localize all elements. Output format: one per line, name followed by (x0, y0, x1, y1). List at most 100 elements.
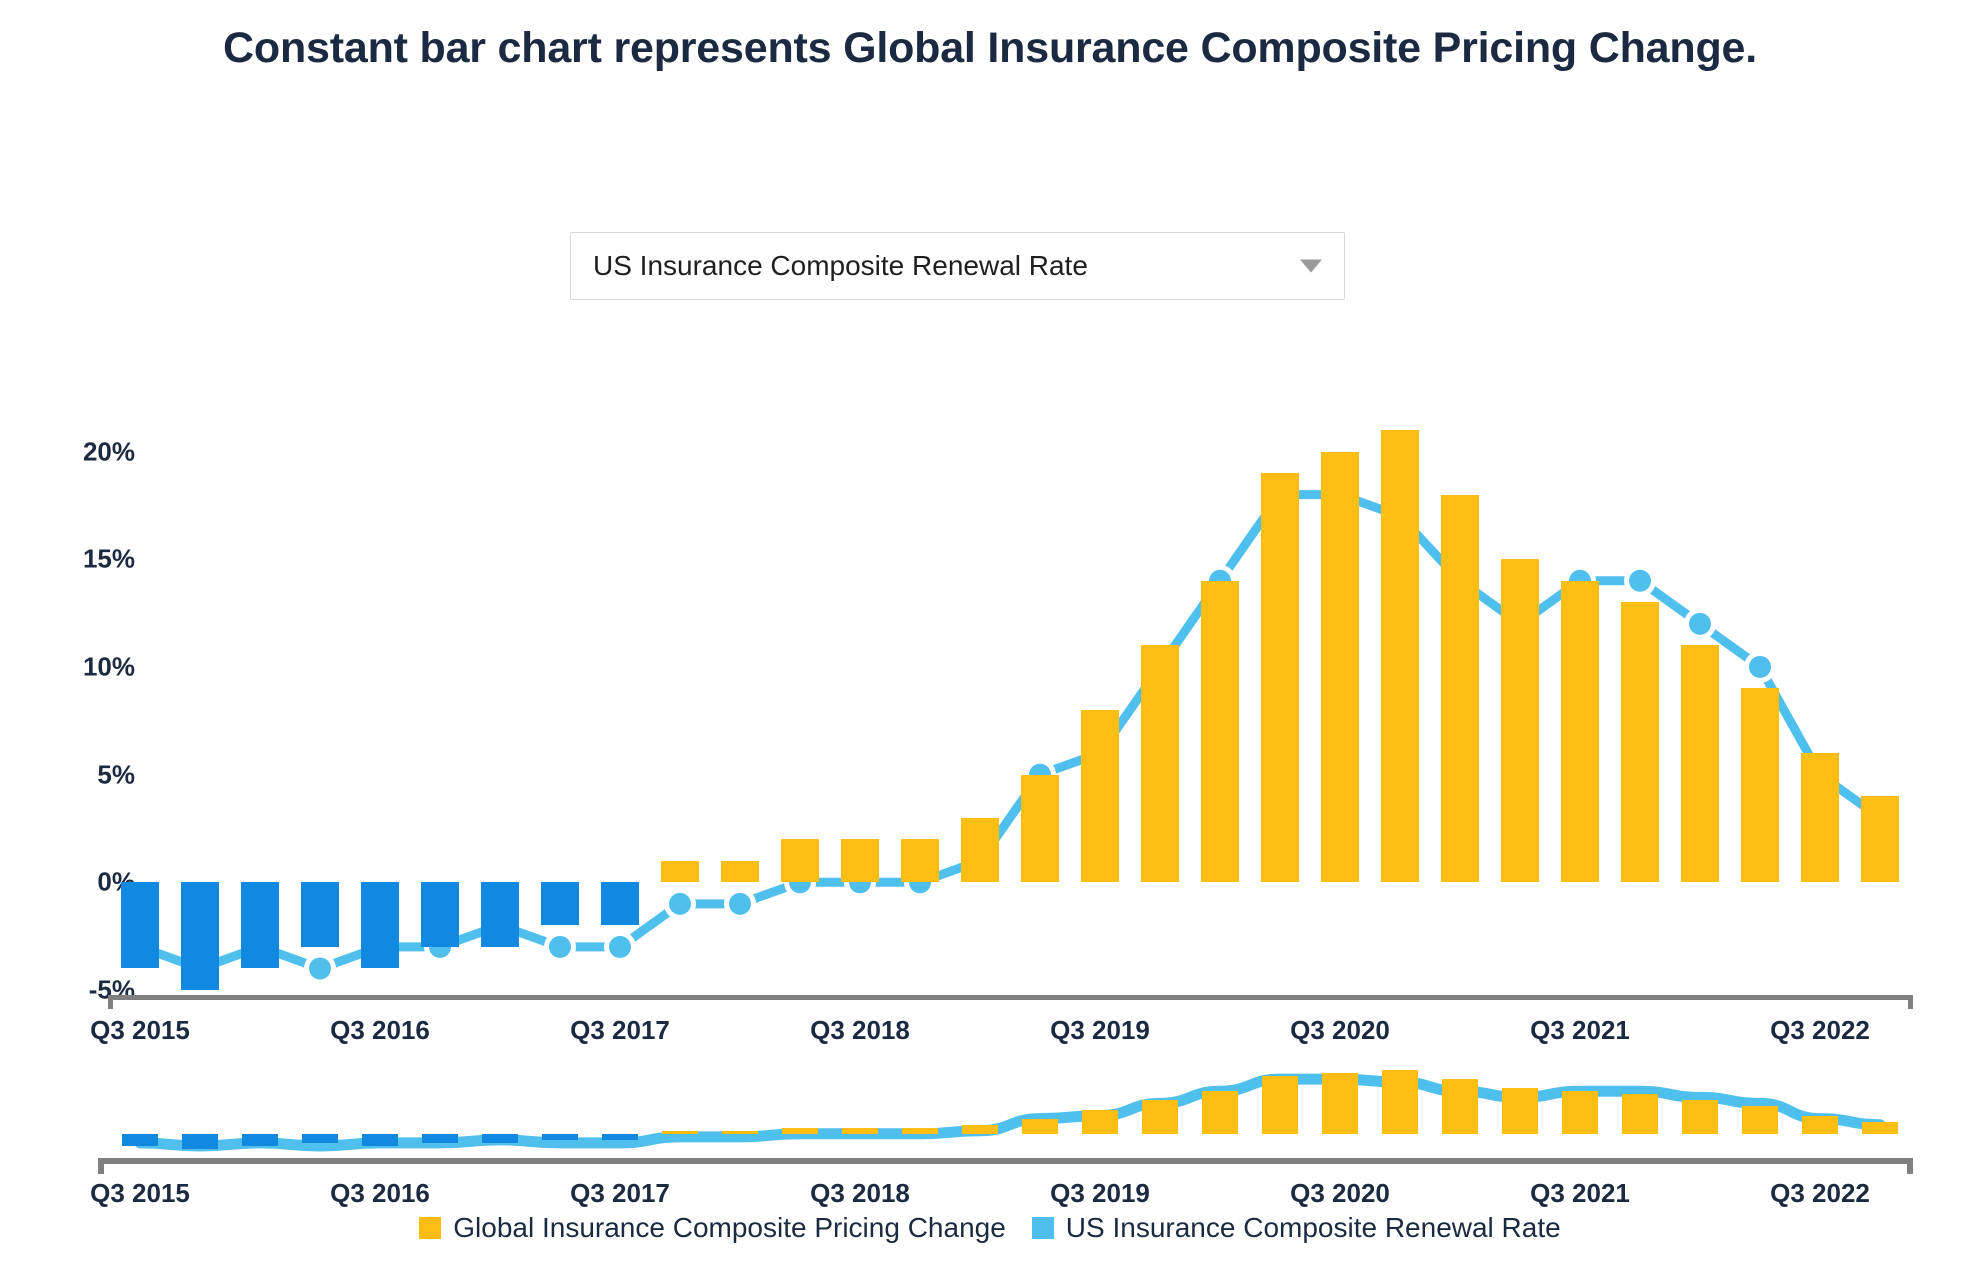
line-marker-q2-2016[interactable]: Q2 2016: -4% (304, 952, 336, 985)
navigator-bar (1142, 1100, 1178, 1134)
bar-q3-2021[interactable] (1561, 580, 1599, 883)
bar-q4-2019[interactable] (1141, 645, 1179, 883)
legend-swatch-icon (1031, 1217, 1054, 1239)
navigator-bar (1082, 1109, 1118, 1134)
x-axis-tick-label: Q3 2020 (1290, 1015, 1390, 1045)
navigator-x-axis-tick-label: Q3 2016 (330, 1178, 430, 1208)
navigator-bar (182, 1133, 218, 1149)
bar-q2-2018[interactable] (781, 839, 819, 883)
navigator-bar (122, 1133, 158, 1146)
bar-q2-2020[interactable] (1261, 473, 1299, 883)
navigator-bar (1202, 1091, 1238, 1134)
bar-q2-2022[interactable] (1741, 688, 1779, 883)
bar-q3-2016[interactable] (361, 882, 399, 969)
line-marker-q4-2017[interactable]: Q4 2017: -1% (664, 887, 696, 920)
bar-q3-2018[interactable] (841, 839, 879, 883)
navigator-bar (1322, 1073, 1358, 1134)
main-chart: 20%15%10%5%0%-5% Q3 2015: -3%Q4 2015: -4… (0, 430, 1980, 1045)
navigator-bar (782, 1127, 818, 1134)
range-navigator[interactable]: Q3 2015 Q3 2016 Q3 2017 Q3 2018 Q3 2019 Q3 20… (0, 1060, 1980, 1208)
bar-q3-2015[interactable] (121, 882, 159, 969)
bar-q4-2015[interactable] (181, 882, 219, 990)
navigator-bar (1622, 1094, 1658, 1134)
x-axis-line (108, 995, 1913, 1009)
navigator-bar (482, 1133, 518, 1143)
navigator-bar (422, 1133, 458, 1143)
bar-q1-2020[interactable] (1201, 580, 1239, 883)
bar-q4-2020[interactable] (1381, 430, 1419, 883)
legend-item[interactable]: Global Insurance Composite Pricing Chang… (419, 1212, 1006, 1244)
line-marker-q3-2017[interactable]: Q3 2017: -3% (604, 930, 636, 963)
navigator-bar (1562, 1091, 1598, 1134)
bar-q4-2018[interactable] (901, 839, 939, 883)
x-axis-tick-label: Q3 2018 (810, 1015, 910, 1045)
bar-q1-2016[interactable] (241, 882, 279, 969)
line-marker-q2-2017[interactable]: Q2 2017: -3% (544, 930, 576, 963)
navigator-bar (1382, 1070, 1418, 1134)
bar-q3-2017[interactable] (601, 882, 639, 926)
line-marker-q2-2022[interactable]: Q2 2022: 10% (1744, 650, 1776, 683)
navigator-plot[interactable] (110, 1060, 1910, 1155)
bar-q1-2018[interactable] (721, 860, 759, 883)
navigator-bar (1802, 1115, 1838, 1134)
page-title: Constant bar chart represents Global Ins… (223, 24, 1757, 72)
chevron-down-icon[interactable] (1300, 259, 1322, 273)
navigator-bar (902, 1127, 938, 1134)
navigator-bar (1442, 1079, 1478, 1134)
navigator-bar (1262, 1076, 1298, 1134)
bar-q3-2020[interactable] (1321, 451, 1359, 883)
navigator-bar (962, 1124, 998, 1134)
plot-area: Q3 2015: -3%Q4 2015: -4%Q1 2016: -3%Q2 2… (110, 430, 1910, 990)
line-marker-q1-2022[interactable]: Q1 2022: 12% (1684, 607, 1716, 640)
navigator-bar (1682, 1100, 1718, 1134)
navigator-bar (1022, 1118, 1058, 1134)
bar-q2-2019[interactable] (1021, 774, 1059, 883)
bar-q1-2017[interactable] (481, 882, 519, 947)
navigator-bar (242, 1133, 278, 1146)
chart-page: Constant bar chart represents Global Ins… (0, 0, 1980, 1270)
navigator-x-axis-tick-label: Q3 2015 (90, 1178, 190, 1208)
navigator-bar (362, 1133, 398, 1146)
line-marker-q1-2018[interactable]: Q1 2018: -1% (724, 887, 756, 920)
navigator-x-axis-tick-label: Q3 2020 (1290, 1178, 1390, 1208)
bar-q2-2017[interactable] (541, 882, 579, 926)
line-marker-q4-2021[interactable]: Q4 2021: 14% (1624, 564, 1656, 597)
legend-swatch-icon (419, 1217, 442, 1239)
bar-q3-2022[interactable] (1801, 753, 1839, 883)
navigator-x-axis-tick-label: Q3 2022 (1770, 1178, 1870, 1208)
navigator-bar (722, 1130, 758, 1134)
series-selector-wrapper: US Insurance Composite Renewal Rate (570, 232, 1345, 300)
series-selector-dropdown[interactable]: US Insurance Composite Renewal Rate (570, 232, 1345, 300)
bar-q2-2016[interactable] (301, 882, 339, 947)
navigator-bar (1502, 1088, 1538, 1134)
bar-q4-2017[interactable] (661, 860, 699, 883)
series-selector-value: US Insurance Composite Renewal Rate (593, 250, 1088, 281)
bar-q2-2021[interactable] (1501, 559, 1539, 883)
bar-q1-2019[interactable] (961, 817, 999, 883)
navigator-x-axis-tick-label: Q3 2019 (1050, 1178, 1150, 1208)
bar-q1-2021[interactable] (1441, 494, 1479, 883)
navigator-bar (542, 1133, 578, 1140)
x-axis-tick-label: Q3 2019 (1050, 1015, 1150, 1045)
bar-q4-2016[interactable] (421, 882, 459, 947)
navigator-x-axis-tick-label: Q3 2017 (570, 1178, 670, 1208)
bar-q3-2019[interactable] (1081, 710, 1119, 883)
navigator-x-axis-tick-label: Q3 2018 (810, 1178, 910, 1208)
x-axis-tick-label: Q3 2016 (330, 1015, 430, 1045)
x-axis-tick-label: Q3 2021 (1530, 1015, 1630, 1045)
navigator-bar (662, 1130, 698, 1134)
bar-q4-2021[interactable] (1621, 602, 1659, 883)
legend-item[interactable]: US Insurance Composite Renewal Rate (1031, 1212, 1561, 1244)
bar-q1-2022[interactable] (1681, 645, 1719, 883)
navigator-bar (1742, 1106, 1778, 1134)
legend-item-label: Global Insurance Composite Pricing Chang… (453, 1212, 1006, 1243)
navigator-bar (602, 1133, 638, 1140)
navigator-x-axis-tick-label: Q3 2021 (1530, 1178, 1630, 1208)
x-axis-tick-label: Q3 2022 (1770, 1015, 1870, 1045)
navigator-bar (1862, 1121, 1898, 1134)
x-axis-tick-label: Q3 2015 (90, 1015, 190, 1045)
navigator-bar (302, 1133, 338, 1143)
navigator-bar (842, 1127, 878, 1134)
legend-item-label: US Insurance Composite Renewal Rate (1065, 1212, 1561, 1243)
bar-q4-2022[interactable] (1861, 796, 1899, 883)
